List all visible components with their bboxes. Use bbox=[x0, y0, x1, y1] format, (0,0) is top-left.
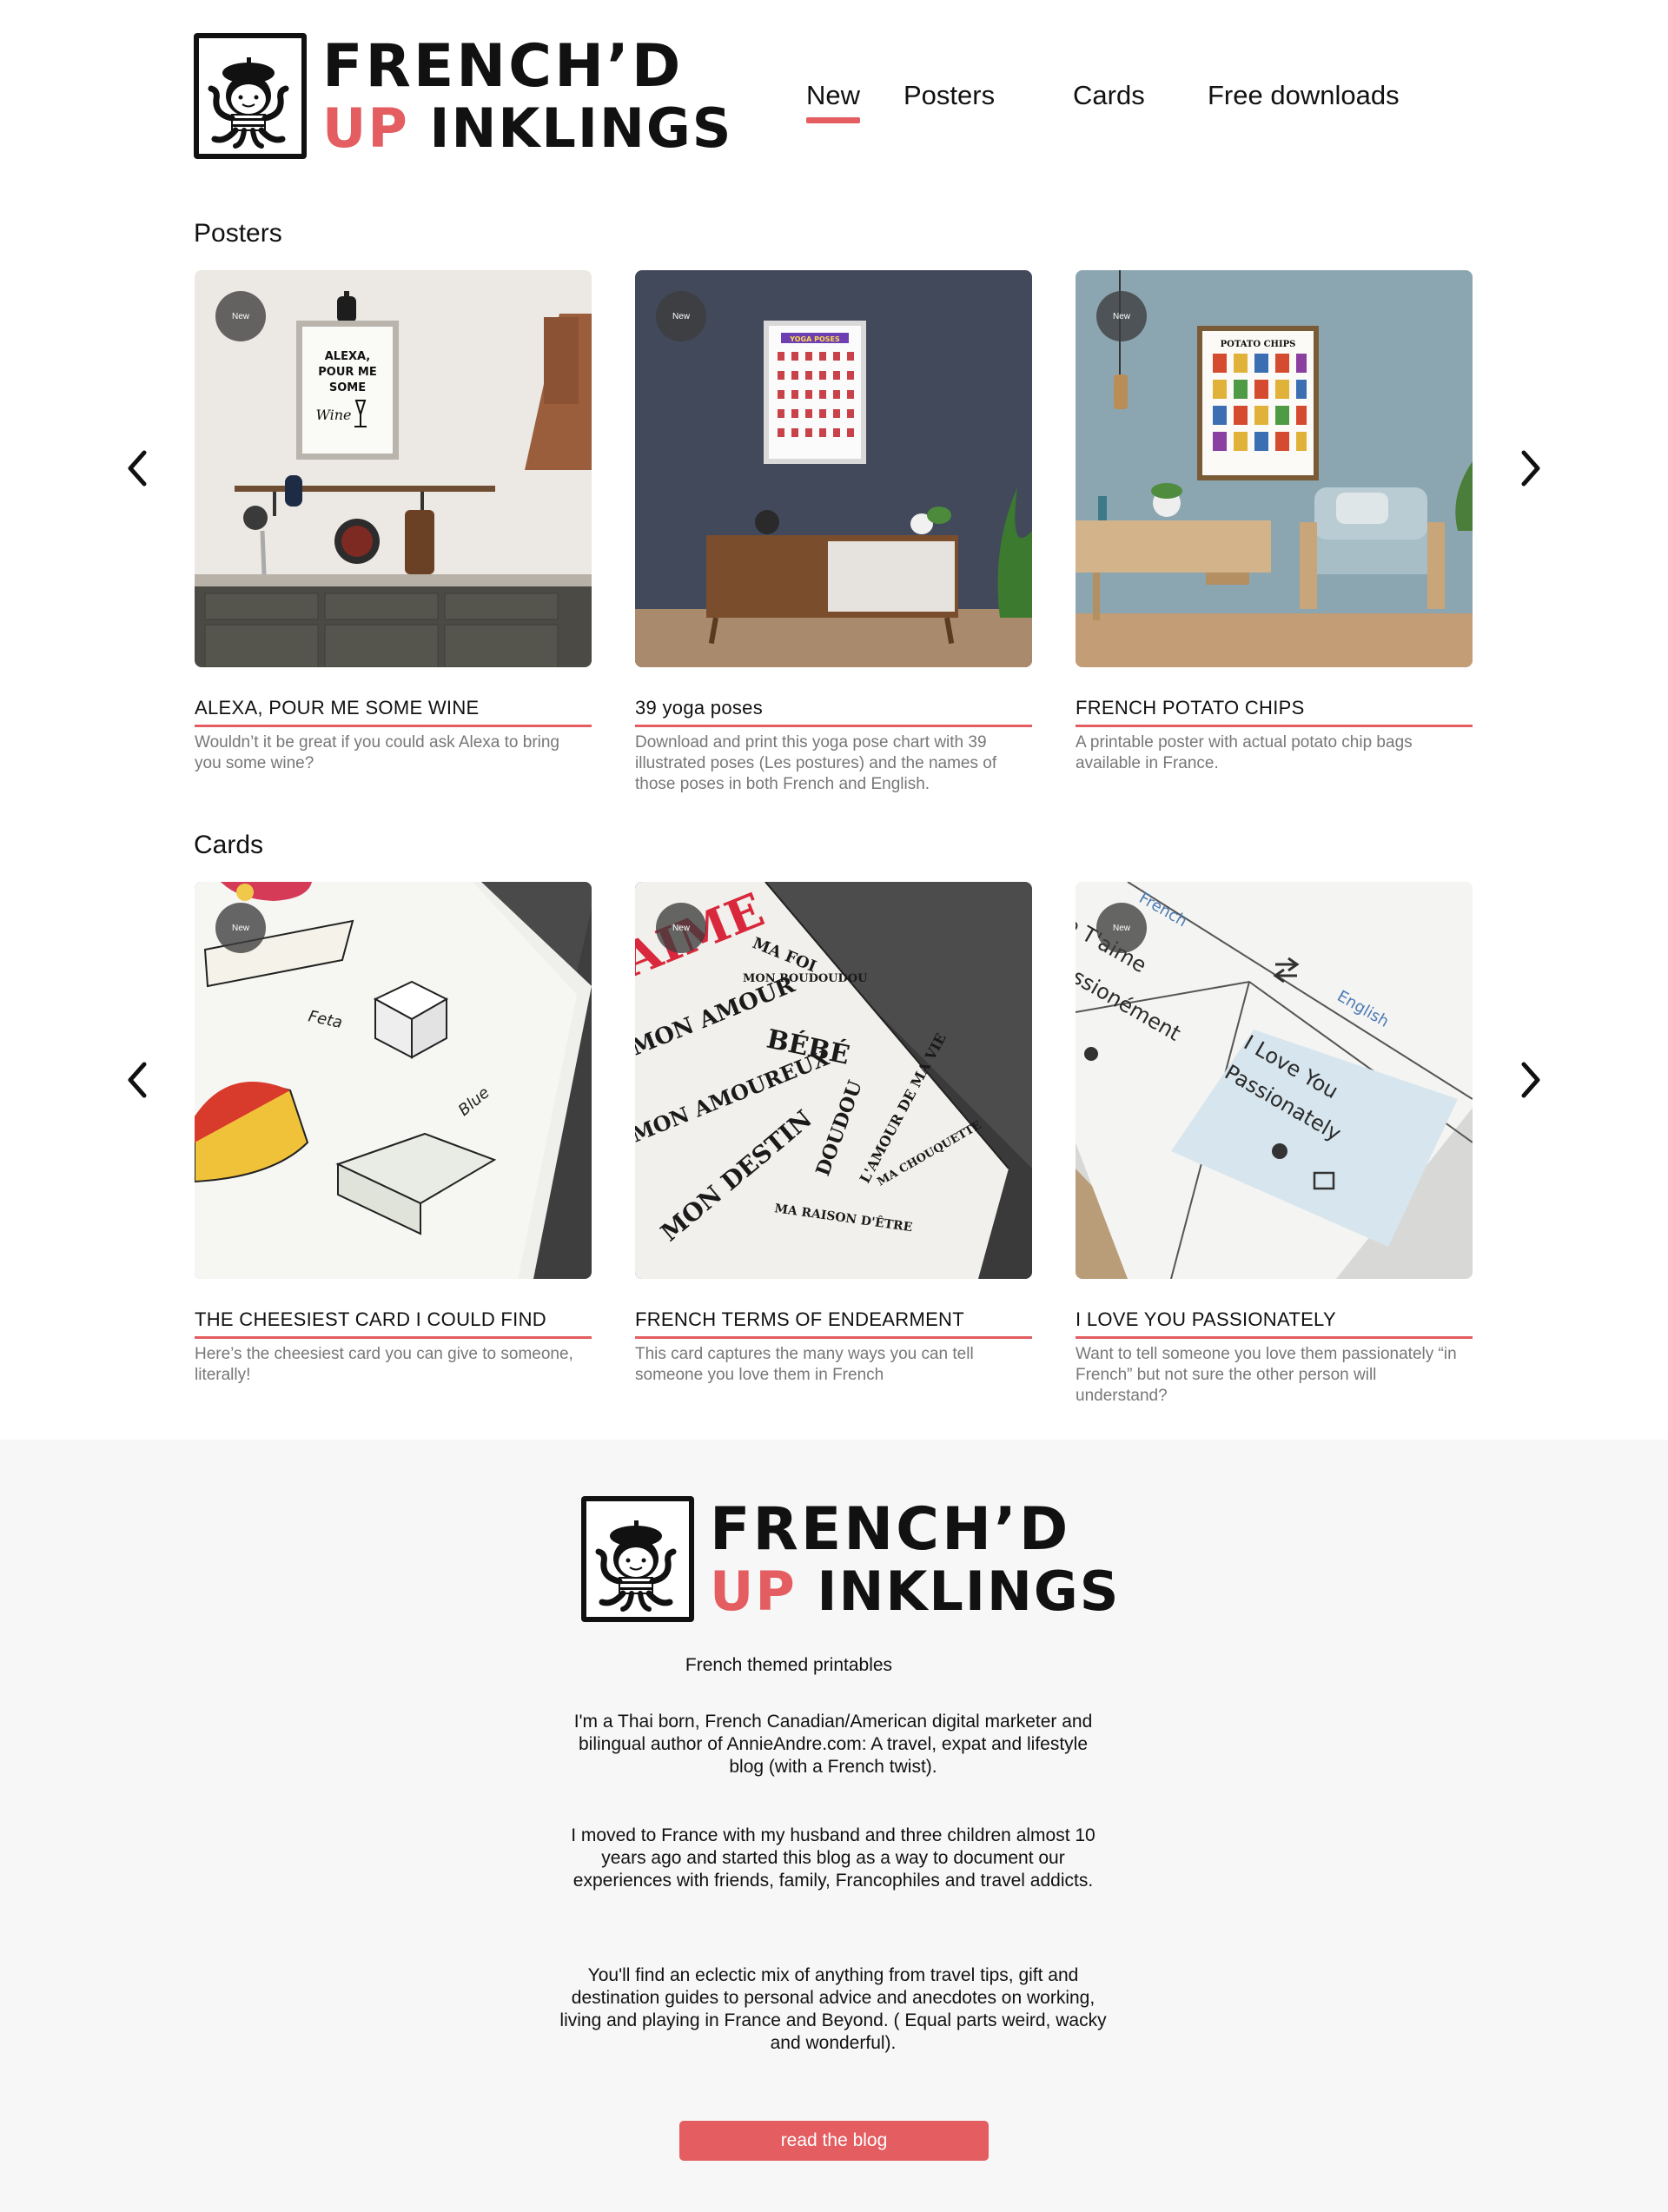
card-title[interactable]: FRENCH TERMS OF ENDEARMENT bbox=[635, 1308, 1032, 1339]
new-badge: New bbox=[215, 903, 266, 953]
poster-art-text: YOGA POSES bbox=[789, 335, 840, 343]
chevron-left-icon bbox=[128, 1062, 147, 1098]
card-art-text-11: MON ROUDOUDOU bbox=[743, 972, 868, 985]
poster-image-potato-chips[interactable]: POTATO CHIPS New bbox=[1076, 270, 1473, 667]
footer-paragraph-1: I'm a Thai born, French Canadian/America… bbox=[573, 1712, 1093, 1777]
card-item-love-you[interactable]: French English I Love You Passionately J… bbox=[1076, 882, 1473, 1407]
chevron-left-icon bbox=[128, 450, 147, 487]
read-the-blog-button[interactable]: read the blog bbox=[679, 2121, 989, 2161]
footer-logo[interactable]: FRENCH’D UP INKLINGS bbox=[581, 1496, 1120, 1622]
poster-image-alexa[interactable]: ALEXA, POUR ME SOME Wine New bbox=[195, 270, 592, 667]
logo-line-2: UP INKLINGS bbox=[710, 1564, 1120, 1619]
poster-description: A printable poster with actual potato ch… bbox=[1076, 733, 1413, 772]
card-title[interactable]: THE CHEESIEST CARD I COULD FIND bbox=[195, 1308, 592, 1339]
footer-tagline: French themed printables bbox=[685, 1655, 893, 1675]
poster-description: Wouldn’t it be great if you could ask Al… bbox=[195, 733, 560, 772]
poster-art-text-3: SOME bbox=[329, 381, 366, 394]
cards-next-button[interactable] bbox=[1513, 1054, 1548, 1106]
card-image-endearment[interactable]: AIME MA FOI MON AMOUR BÉBÉ MON AMOUREUX … bbox=[635, 882, 1032, 1279]
cards-prev-button[interactable] bbox=[120, 1054, 155, 1106]
poster-image-yoga[interactable]: YOGA POSES New bbox=[635, 270, 1032, 667]
posters-section-title: Posters bbox=[194, 219, 282, 248]
logo-wordmark: FRENCH’D UP INKLINGS bbox=[322, 31, 732, 156]
card-title[interactable]: I LOVE YOU PASSIONATELY bbox=[1076, 1308, 1473, 1339]
logo-accent: UP bbox=[322, 96, 409, 160]
posters-next-button[interactable] bbox=[1513, 442, 1548, 494]
card-description: Want to tell someone you love them passi… bbox=[1076, 1345, 1457, 1405]
card-item-endearment[interactable]: AIME MA FOI MON AMOUR BÉBÉ MON AMOUREUX … bbox=[635, 882, 1032, 1386]
footer-paragraph-3: You'll find an eclectic mix of anything … bbox=[559, 1965, 1107, 2053]
poster-art-text-1: ALEXA, bbox=[325, 350, 371, 363]
logo-line-2: UP INKLINGS bbox=[322, 101, 732, 156]
logo-rest: INKLINGS bbox=[817, 1559, 1121, 1623]
logo-rest: INKLINGS bbox=[429, 96, 733, 160]
octopus-beret-icon bbox=[194, 33, 307, 159]
footer-paragraph-2: I moved to France with my husband and th… bbox=[571, 1825, 1095, 1891]
octopus-beret-icon bbox=[581, 1496, 694, 1622]
nav-cards[interactable]: Cards bbox=[1073, 80, 1145, 111]
logo-accent: UP bbox=[710, 1559, 797, 1623]
site-logo[interactable]: FRENCH’D UP INKLINGS bbox=[194, 33, 732, 159]
card-description: This card captures the many ways you can… bbox=[635, 1345, 974, 1384]
new-badge: New bbox=[1096, 903, 1147, 953]
posters-prev-button[interactable] bbox=[120, 442, 155, 494]
nav-new[interactable]: New bbox=[806, 80, 861, 123]
chevron-right-icon bbox=[1521, 1062, 1540, 1098]
nav-posters[interactable]: Posters bbox=[904, 80, 995, 111]
poster-title[interactable]: FRENCH POTATO CHIPS bbox=[1076, 697, 1473, 727]
site-footer: FRENCH’D UP INKLINGS French themed print… bbox=[0, 1440, 1668, 2212]
logo-line-1: FRENCH’D bbox=[322, 31, 684, 101]
new-badge: New bbox=[656, 903, 706, 953]
card-image-cheesiest[interactable]: Feta Blue New bbox=[195, 882, 592, 1279]
site-header: FRENCH’D UP INKLINGS New Posters Cards F… bbox=[0, 0, 1668, 191]
chevron-right-icon bbox=[1521, 450, 1540, 487]
nav-free-downloads[interactable]: Free downloads bbox=[1208, 80, 1400, 111]
card-item-cheesiest[interactable]: Feta Blue New THE CHEESIEST CARD I COULD… bbox=[195, 882, 592, 1386]
new-badge: New bbox=[1096, 291, 1147, 341]
new-badge: New bbox=[215, 291, 266, 341]
new-badge: New bbox=[656, 291, 706, 341]
poster-card-alexa[interactable]: ALEXA, POUR ME SOME Wine New ALEXA, POUR… bbox=[195, 270, 592, 774]
card-image-love-you[interactable]: French English I Love You Passionately J… bbox=[1076, 882, 1473, 1279]
poster-card-yoga[interactable]: YOGA POSES New 39 yoga poses Download an… bbox=[635, 270, 1032, 795]
logo-wordmark: FRENCH’D UP INKLINGS bbox=[710, 1500, 1120, 1619]
cards-section-title: Cards bbox=[194, 831, 264, 859]
poster-art-text: POTATO CHIPS bbox=[1221, 340, 1296, 349]
card-description: Here’s the cheesiest card you can give t… bbox=[195, 1345, 573, 1384]
poster-art-text-4: Wine bbox=[315, 407, 351, 423]
poster-description: Download and print this yoga pose chart … bbox=[635, 733, 997, 793]
logo-line-1: FRENCH’D bbox=[710, 1494, 1071, 1564]
poster-title[interactable]: ALEXA, POUR ME SOME WINE bbox=[195, 697, 592, 727]
poster-title[interactable]: 39 yoga poses bbox=[635, 697, 1032, 727]
poster-art-text-2: POUR ME bbox=[318, 366, 377, 379]
poster-card-potato-chips[interactable]: POTATO CHIPS New FRENCH POTATO CHIPS A p… bbox=[1076, 270, 1473, 774]
